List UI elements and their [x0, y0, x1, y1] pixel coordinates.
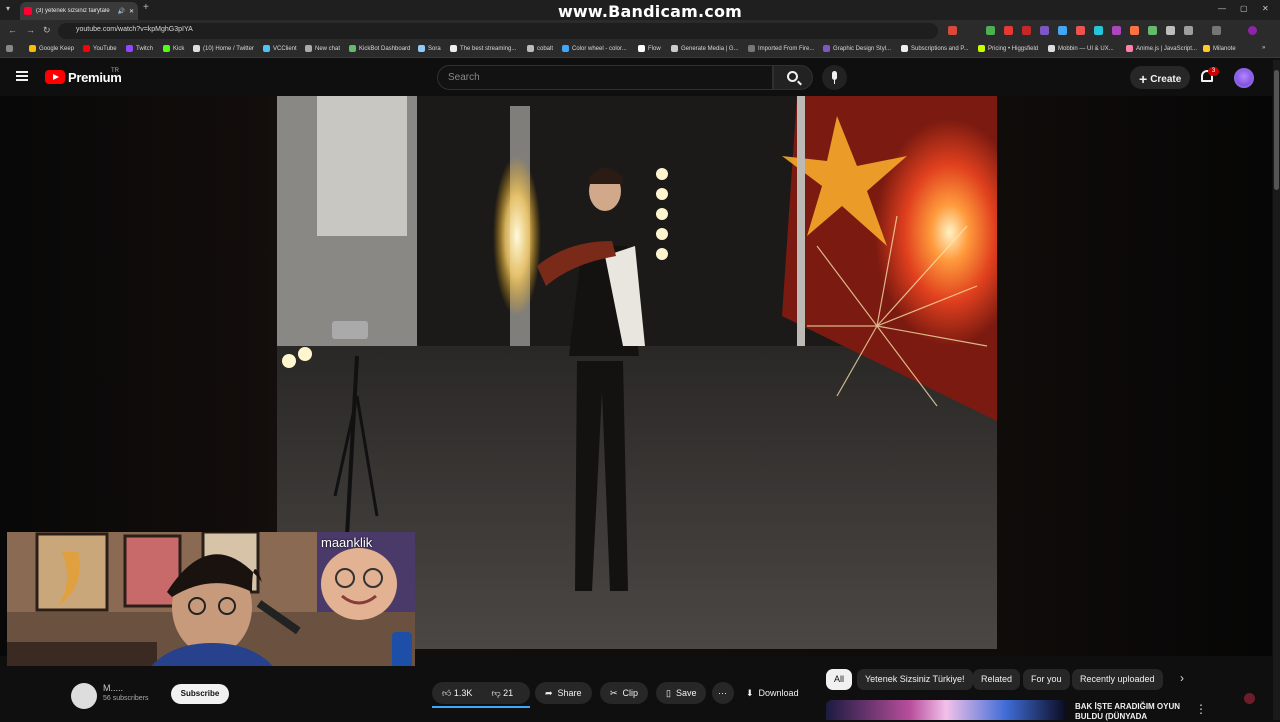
address-row: ← → ↻ youtube.com/watch?v=kpMghG3pIYA	[0, 20, 1280, 42]
bookmark-item[interactable]: Sora	[418, 45, 441, 52]
profile-icon[interactable]	[1248, 26, 1257, 35]
forward-icon[interactable]: →	[26, 25, 35, 35]
bookmark-item[interactable]: Color wheel - color...	[562, 45, 627, 52]
like-dislike-group: 👍︎ 1.3K 👎︎ 21	[432, 682, 530, 704]
extension-icon[interactable]	[948, 26, 957, 35]
url-text: youtube.com/watch?v=kpMghG3pIYA	[76, 26, 193, 33]
bookmark-item[interactable]: Anime.js | JavaScript...	[1126, 45, 1197, 52]
page-scrollbar[interactable]	[1273, 60, 1280, 720]
more-options-icon[interactable]: ⋮	[1195, 702, 1207, 716]
reload-icon[interactable]: ↻	[43, 25, 51, 36]
subscriber-count: 56 subscribers	[103, 695, 149, 702]
search-button[interactable]	[773, 65, 813, 90]
thumbs-down-icon: 👎︎	[491, 687, 501, 698]
extension-icon[interactable]	[1112, 26, 1121, 35]
webcam-frame	[7, 532, 415, 688]
search-icon	[787, 71, 798, 82]
download-icon[interactable]	[1212, 26, 1221, 35]
chip-yetenek-sizsiniz[interactable]: Yetenek Sizsiniz Türkiye!	[857, 669, 973, 690]
extension-icon[interactable]	[1094, 26, 1103, 35]
status-dot-icon	[1244, 693, 1255, 704]
create-label: Create	[1150, 74, 1182, 85]
clip-button[interactable]: ✂ Clip	[600, 682, 649, 704]
download-button[interactable]: ⬇ Download	[736, 682, 809, 704]
extension-icon[interactable]	[1076, 26, 1085, 35]
chip-related[interactable]: Related	[973, 669, 1021, 690]
like-button[interactable]: 👍︎ 1.3K	[442, 688, 472, 699]
extension-icon[interactable]	[1022, 26, 1031, 35]
extension-icon[interactable]	[1130, 26, 1139, 35]
youtube-header: Premium TR Search + Create 3	[0, 58, 1280, 96]
bookmark-icon: ▯	[666, 687, 671, 698]
extension-icon[interactable]	[1040, 26, 1049, 35]
bookmark-item[interactable]: (10) Home / Twitter	[193, 45, 254, 52]
subscribe-button[interactable]: Subscribe	[171, 684, 229, 704]
bookmark-item[interactable]: YouTube	[83, 45, 117, 52]
youtube-logo-icon[interactable]	[45, 70, 65, 84]
address-bar[interactable]: youtube.com/watch?v=kpMghG3pIYA	[58, 23, 938, 39]
back-icon[interactable]: ←	[8, 25, 17, 35]
bookmark-item[interactable]: Graphic Design Styl...	[823, 45, 891, 52]
chip-all[interactable]: All	[826, 669, 853, 690]
bookmark-item[interactable]: New chat	[305, 45, 340, 52]
channel-avatar[interactable]	[71, 683, 97, 709]
video-actions-bar: 👍︎ 1.3K 👎︎ 21 ➦ Share ✂ Clip ▯ Save ⋯ ⬇ Down…	[0, 666, 820, 720]
scrollbar-thumb[interactable]	[1274, 70, 1279, 190]
scissors-icon: ✂	[610, 687, 618, 698]
chevron-right-icon[interactable]: ›	[1180, 671, 1184, 685]
account-avatar[interactable]	[1234, 68, 1254, 88]
bookmark-item[interactable]: KickBot Dashboard	[349, 45, 410, 52]
notification-badge: 3	[1208, 67, 1219, 76]
bookmark-item[interactable]: Mobbin — UI & UX...	[1048, 45, 1114, 52]
apps-icon[interactable]	[6, 45, 13, 52]
bookmarks-bar: Google Keep YouTube Twitch Kick (10) Hom…	[0, 42, 1280, 58]
extension-icon[interactable]	[1166, 26, 1175, 35]
bookmark-item[interactable]: Milanote	[1203, 45, 1236, 52]
voice-search-icon[interactable]	[822, 65, 847, 90]
chip-for-you[interactable]: For you	[1023, 669, 1070, 690]
save-button[interactable]: ▯ Save	[656, 682, 707, 704]
like-ratio-bar	[432, 706, 530, 708]
thumbs-up-icon: 👍︎	[442, 687, 452, 698]
recommended-video-title[interactable]: BAK İŞTE ARADIĞIM OYUN BULDU (DÜNYADA	[1075, 702, 1190, 722]
share-button[interactable]: ➦ Share	[535, 682, 592, 704]
bookmark-item[interactable]: VCClient	[263, 45, 297, 52]
menu-icon[interactable]	[16, 71, 28, 81]
extension-icon[interactable]	[1058, 26, 1067, 35]
bookmark-item[interactable]: cobalt	[527, 45, 553, 52]
bookmark-item[interactable]: Generate Media | G...	[671, 45, 739, 52]
create-button[interactable]: + Create	[1130, 66, 1190, 89]
recommendation-chips: All Yetenek Sizsiniz Türkiye! Related Fo…	[826, 669, 1272, 693]
plus-icon: +	[1139, 71, 1148, 87]
bookmark-item[interactable]: Kick	[163, 45, 184, 52]
more-icon: ⋯	[718, 687, 727, 698]
region-code: TR	[111, 68, 119, 74]
download-icon: ⬇	[746, 687, 754, 698]
more-bookmarks-icon[interactable]: »	[1262, 45, 1265, 51]
bookmark-item[interactable]: Imported From Fire...	[748, 45, 814, 52]
channel-name[interactable]: M.....	[103, 683, 123, 693]
dislike-button[interactable]: 👎︎ 21	[491, 688, 513, 699]
chip-recently-uploaded[interactable]: Recently uploaded	[1072, 669, 1163, 690]
bookmark-item[interactable]: Pricing • Higgsfield	[978, 45, 1038, 52]
puzzle-icon[interactable]	[1184, 26, 1193, 35]
bookmark-item[interactable]: Subscriptions and P...	[901, 45, 969, 52]
recorder-watermark: www.Bandicam.com	[557, 2, 743, 21]
bookmark-item[interactable]: Twitch	[126, 45, 153, 52]
streamer-webcam	[7, 532, 415, 688]
bookmark-item[interactable]: Google Keep	[29, 45, 74, 52]
bookmark-item[interactable]: Flow	[638, 45, 661, 52]
share-icon: ➦	[545, 687, 553, 698]
webcam-username: maanklik	[321, 535, 373, 550]
recommended-video-thumbnail[interactable]	[826, 700, 1066, 720]
extension-icon[interactable]	[1148, 26, 1157, 35]
bookmark-item[interactable]: The best streaming...	[450, 45, 516, 52]
extension-icon[interactable]	[986, 26, 995, 35]
extension-icon[interactable]	[1004, 26, 1013, 35]
more-actions-button[interactable]: ⋯	[712, 682, 734, 704]
search-input[interactable]: Search	[437, 65, 773, 90]
